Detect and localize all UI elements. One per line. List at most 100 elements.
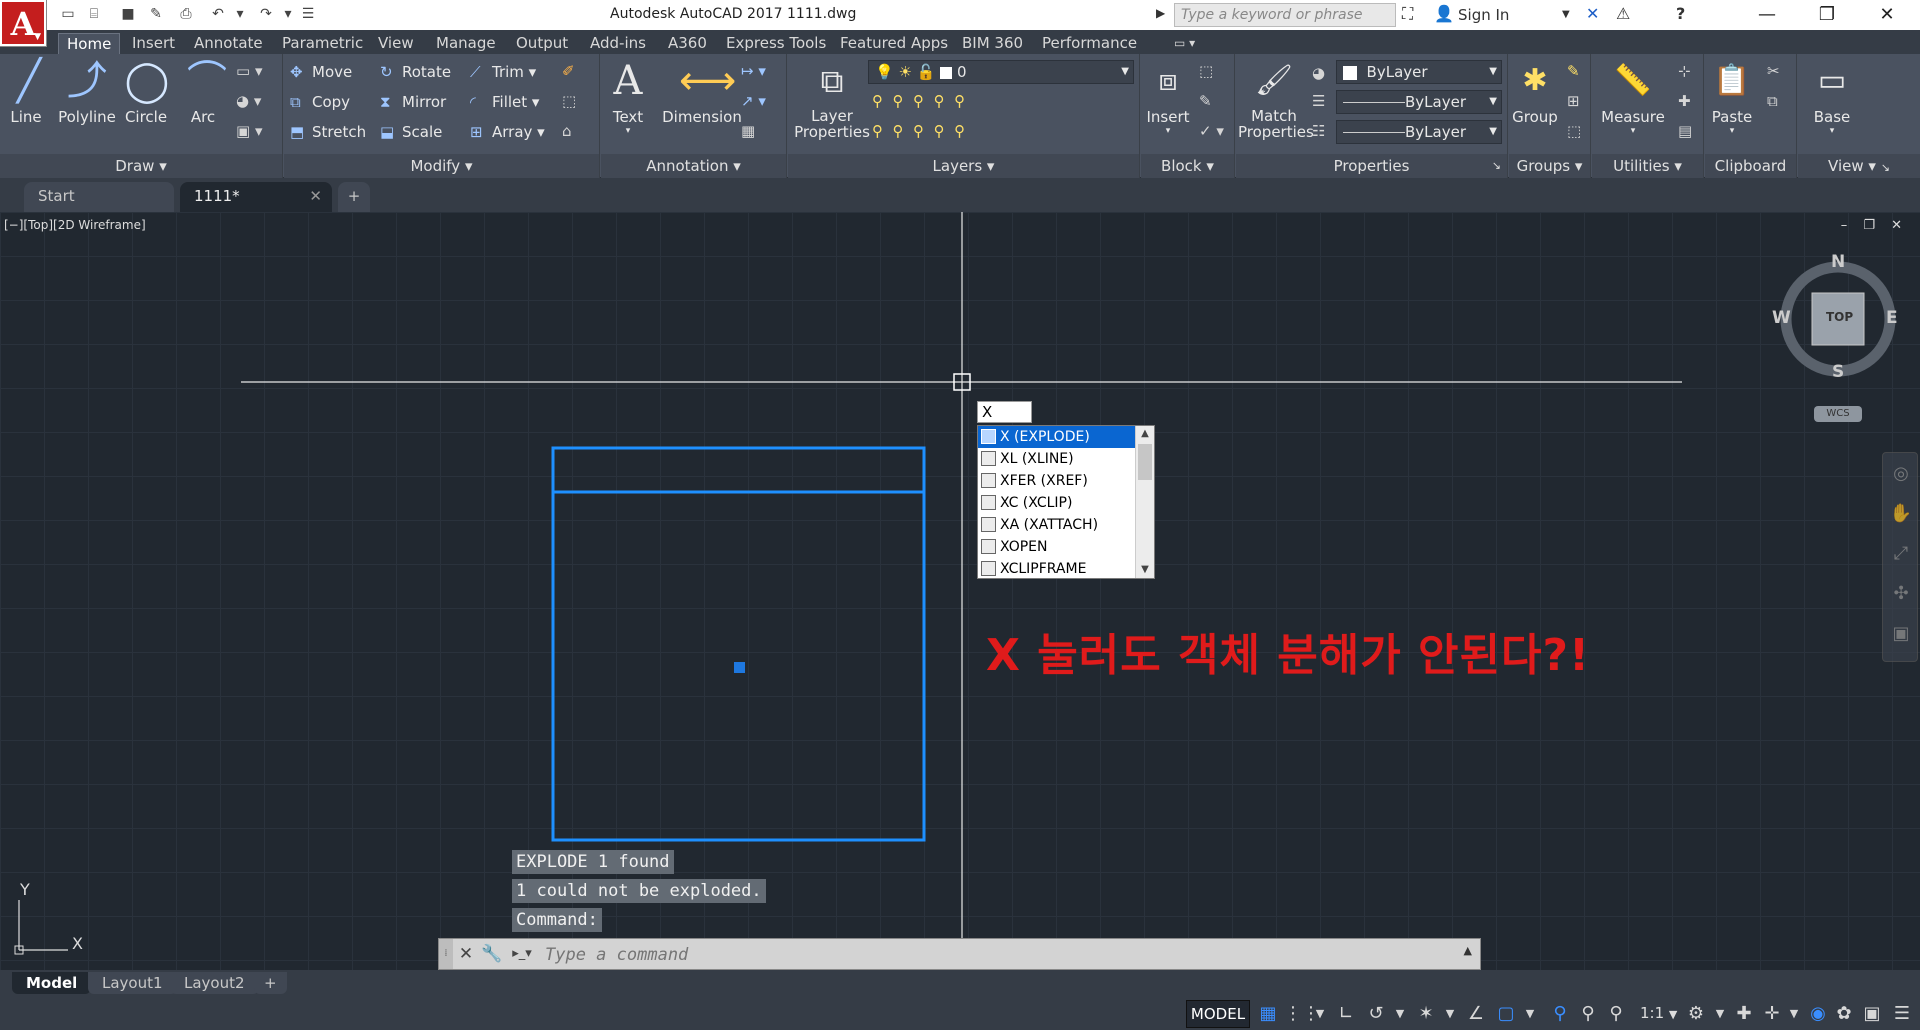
- annotation-monitor-icon[interactable]: ✚: [1732, 1002, 1756, 1026]
- application-menu-button[interactable]: A ▼: [0, 0, 47, 47]
- panel-layers-title[interactable]: Layers ▾: [788, 154, 1139, 178]
- a360-icon[interactable]: ⚠: [1616, 4, 1630, 23]
- polar-dropdown-icon[interactable]: ▼: [1388, 1002, 1412, 1026]
- base-view-button[interactable]: ▭ Base ▾: [1800, 58, 1864, 136]
- ortho-icon[interactable]: ∟: [1334, 1002, 1358, 1026]
- rectangle-icon[interactable]: ▭ ▾: [236, 62, 262, 80]
- steering-wheel-icon[interactable]: ◎: [1889, 463, 1913, 487]
- autocomplete-item-xclip[interactable]: XC (XCLIP): [978, 492, 1135, 514]
- grip-point[interactable]: [734, 662, 745, 673]
- dimension-linear-icon[interactable]: ↦ ▾: [741, 62, 766, 80]
- new-tab-button[interactable]: +: [338, 182, 370, 212]
- redo-icon[interactable]: ↷: [256, 4, 276, 24]
- tab-bim-360[interactable]: BIM 360: [954, 33, 1031, 54]
- zoom-extents-icon[interactable]: ⤢: [1889, 543, 1913, 567]
- scrollbar-thumb[interactable]: [1138, 444, 1152, 480]
- panel-groups-title[interactable]: Groups ▾: [1509, 154, 1590, 178]
- save-icon[interactable]: ■: [118, 4, 138, 24]
- customization-menu-icon[interactable]: ☰: [1890, 1002, 1914, 1026]
- wcs-menu[interactable]: WCS: [1814, 406, 1862, 422]
- panel-block-title[interactable]: Block ▾: [1141, 154, 1234, 178]
- new-layout-button[interactable]: +: [254, 972, 287, 994]
- tab-insert[interactable]: Insert: [124, 33, 183, 54]
- point-icon[interactable]: ✚: [1678, 92, 1691, 110]
- autocomplete-item-xattach[interactable]: XA (XATTACH): [978, 514, 1135, 536]
- showmotion-icon[interactable]: ▣: [1889, 623, 1913, 647]
- close-command-line-icon[interactable]: ✕: [455, 943, 477, 965]
- layout-tab-layout1[interactable]: Layout1: [88, 972, 177, 994]
- layer-properties-button[interactable]: ⧉ Layer Properties: [792, 58, 872, 140]
- sign-in-dropdown-icon[interactable]: ▼: [1562, 9, 1570, 20]
- command-input[interactable]: [545, 944, 1405, 966]
- array-button[interactable]: ⊞ Array ▾: [470, 120, 545, 144]
- leader-icon[interactable]: ↗ ▾: [741, 92, 766, 110]
- command-history-expand-icon[interactable]: ▲: [1464, 944, 1472, 957]
- copy-clip-icon[interactable]: ⧉: [1767, 92, 1778, 110]
- tab-home[interactable]: Home: [58, 33, 121, 54]
- panel-modify-title[interactable]: Modify ▾: [284, 154, 599, 178]
- grid-display-icon[interactable]: ▦: [1256, 1002, 1280, 1026]
- doc-tab-start[interactable]: Start: [24, 182, 174, 212]
- autocomplete-item-xline[interactable]: XL (XLINE): [978, 448, 1135, 470]
- tab-parametric[interactable]: Parametric: [274, 33, 371, 54]
- qat-customize-icon[interactable]: ☰: [298, 4, 318, 24]
- tab-a360[interactable]: A360: [660, 33, 715, 54]
- annotation-scale-value[interactable]: 1:1 ▼: [1640, 1004, 1677, 1022]
- color-dropdown[interactable]: ByLayer ▼: [1336, 60, 1502, 84]
- sign-in-link[interactable]: Sign In: [1458, 6, 1509, 24]
- restore-icon[interactable]: ❐: [1800, 0, 1854, 30]
- panel-draw-title[interactable]: Draw ▾: [0, 154, 282, 178]
- layer-dropdown[interactable]: 💡 ☀ 🔓 0 ▼: [868, 60, 1134, 84]
- open-folder-icon[interactable]: ⌸: [84, 4, 104, 24]
- panel-properties-title[interactable]: Properties ↘: [1236, 154, 1507, 178]
- undo-dropdown-icon[interactable]: ▾: [230, 4, 250, 24]
- close-window-icon[interactable]: ✕: [1860, 0, 1914, 30]
- viewcube-east[interactable]: E: [1886, 308, 1898, 328]
- autocomplete-item-xref[interactable]: XFER (XREF): [978, 470, 1135, 492]
- tab-featured-apps[interactable]: Featured Apps: [832, 33, 956, 54]
- new-file-icon[interactable]: ▭: [58, 4, 78, 24]
- measure-button[interactable]: 📏 Measure ▾: [1594, 58, 1672, 136]
- viewcube-top-label[interactable]: TOP: [1826, 310, 1853, 324]
- model-space-button[interactable]: MODEL: [1186, 1000, 1250, 1028]
- units-dropdown-icon[interactable]: ▼: [1782, 1002, 1806, 1026]
- layout-tab-layout2[interactable]: Layout2: [170, 972, 259, 994]
- customize-wrench-icon[interactable]: 🔧: [481, 943, 503, 965]
- group-select-icon[interactable]: ⬚: [1567, 122, 1581, 140]
- cut-icon[interactable]: ✂: [1767, 62, 1780, 80]
- viewcube-west[interactable]: W: [1772, 308, 1791, 328]
- offset-icon[interactable]: ⌂: [562, 122, 572, 140]
- annotation-visibility-icon[interactable]: ⚲: [1548, 1002, 1572, 1026]
- panel-utilities-title[interactable]: Utilities ▾: [1592, 154, 1703, 178]
- edit-block-icon[interactable]: ✎: [1199, 92, 1212, 110]
- workspace-dropdown-icon[interactable]: ▼: [1708, 1002, 1732, 1026]
- autocomplete-scrollbar[interactable]: ▲ ▼: [1135, 426, 1154, 578]
- snap-dropdown-icon[interactable]: ▼: [1308, 1002, 1332, 1026]
- hatch-icon[interactable]: ◕ ▾: [236, 92, 261, 110]
- scale-button[interactable]: ⬓ Scale: [380, 120, 442, 144]
- match-properties-button[interactable]: 🖌 Match Properties: [1238, 58, 1314, 140]
- block-attributes-icon[interactable]: ✓ ▾: [1199, 122, 1224, 140]
- paste-button[interactable]: 📋 Paste ▾: [1707, 58, 1757, 136]
- circle-button[interactable]: ◯ Circle: [124, 58, 170, 126]
- polar-tracking-icon[interactable]: ↺: [1364, 1002, 1388, 1026]
- ribbon-minimize-icon[interactable]: ▭ ▾: [1166, 33, 1203, 54]
- save-as-icon[interactable]: ✎: [146, 4, 166, 24]
- panel-annotation-title[interactable]: Annotation ▾: [601, 154, 786, 178]
- recent-commands-icon[interactable]: ▸_▾: [511, 943, 533, 965]
- layer-tools-row2-icon[interactable]: ⚲ ⚲ ⚲ ⚲ ⚲: [872, 122, 965, 140]
- isolate-objects-icon[interactable]: ✿: [1832, 1002, 1856, 1026]
- snap-mode-icon[interactable]: ⋮⋮: [1284, 1002, 1320, 1026]
- pan-icon[interactable]: ✋: [1889, 503, 1913, 527]
- autocomplete-item-explode[interactable]: X (EXPLODE): [978, 426, 1135, 448]
- exchange-apps-icon[interactable]: ✕: [1586, 4, 1599, 23]
- fillet-button[interactable]: ◜ Fillet ▾: [470, 90, 539, 114]
- workspace-gear-icon[interactable]: ⚙: [1684, 1002, 1708, 1026]
- table-icon[interactable]: ▦: [741, 122, 755, 140]
- tab-performance[interactable]: Performance: [1034, 33, 1145, 54]
- undo-icon[interactable]: ↶: [208, 4, 228, 24]
- doc-tab-1111[interactable]: 1111* ✕: [180, 182, 332, 212]
- tab-express-tools[interactable]: Express Tools: [718, 33, 834, 54]
- boundary-icon[interactable]: ▣ ▾: [236, 122, 262, 140]
- panel-view-title[interactable]: View ▾ ↘: [1798, 154, 1920, 178]
